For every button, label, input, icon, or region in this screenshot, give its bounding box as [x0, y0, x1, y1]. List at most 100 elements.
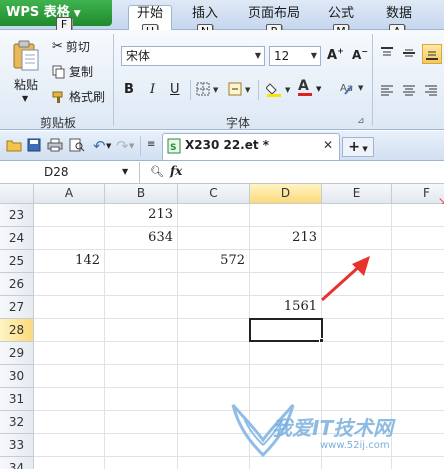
- row-header-32[interactable]: 32: [0, 411, 34, 434]
- grid-cell[interactable]: [105, 319, 178, 342]
- cell-c25[interactable]: 572: [178, 250, 250, 273]
- copy-button[interactable]: 复制: [52, 63, 93, 80]
- align-middle-button[interactable]: [402, 46, 416, 63]
- merge-cells-button[interactable]: ▼: [228, 82, 254, 99]
- borders-button[interactable]: ▼: [196, 82, 222, 99]
- grid-cell[interactable]: [392, 319, 444, 342]
- row-header-26[interactable]: 26: [0, 273, 34, 296]
- close-icon[interactable]: ✕: [323, 138, 333, 152]
- grid-cell[interactable]: [178, 204, 250, 227]
- grid-cell[interactable]: [392, 342, 444, 365]
- align-left-button[interactable]: [380, 84, 394, 101]
- align-right-button[interactable]: [424, 84, 438, 101]
- fill-handle[interactable]: [319, 338, 324, 343]
- zoom-search-icon[interactable]: 🔍︎: [150, 165, 164, 178]
- grid-cell[interactable]: [322, 204, 392, 227]
- row-header-31[interactable]: 31: [0, 388, 34, 411]
- print-button[interactable]: [47, 138, 63, 155]
- grid-cell[interactable]: [178, 342, 250, 365]
- row-header-24[interactable]: 24: [0, 227, 34, 250]
- grid-cell[interactable]: [34, 434, 105, 457]
- grid-cell[interactable]: [105, 411, 178, 434]
- cell-d27[interactable]: 1561: [250, 296, 322, 319]
- grid-cell[interactable]: [322, 227, 392, 250]
- grid-cell[interactable]: [34, 342, 105, 365]
- grid-cell[interactable]: [105, 434, 178, 457]
- column-header-c[interactable]: C: [178, 184, 250, 204]
- align-top-button[interactable]: [380, 46, 394, 63]
- align-bottom-button[interactable]: [422, 44, 442, 64]
- grid-cell[interactable]: [105, 365, 178, 388]
- grid-cell[interactable]: [322, 342, 392, 365]
- save-button[interactable]: [27, 138, 41, 155]
- row-header-29[interactable]: 29: [0, 342, 34, 365]
- grid-cell[interactable]: [34, 411, 105, 434]
- cell-b23[interactable]: 213: [105, 204, 178, 227]
- dialog-launcher-icon[interactable]: ⊿: [357, 116, 365, 126]
- grid-cell[interactable]: [392, 273, 444, 296]
- grid-cell[interactable]: [34, 273, 105, 296]
- column-header-d[interactable]: D: [250, 184, 322, 204]
- format-painter-button[interactable]: 格式刷: [52, 88, 105, 105]
- row-header-28[interactable]: 28: [0, 319, 34, 342]
- bold-button[interactable]: B: [124, 82, 134, 97]
- font-color-button[interactable]: A: [298, 78, 312, 96]
- grid-cell[interactable]: [250, 365, 322, 388]
- grid-cell[interactable]: [392, 365, 444, 388]
- row-header-23[interactable]: 23: [0, 204, 34, 227]
- align-center-button[interactable]: [402, 84, 416, 101]
- grid-cell[interactable]: [178, 273, 250, 296]
- grid-cell[interactable]: [322, 319, 392, 342]
- cell-b24[interactable]: 634: [105, 227, 178, 250]
- grid-cell[interactable]: [250, 204, 322, 227]
- grow-font-button[interactable]: A+: [327, 47, 344, 63]
- grid-cell[interactable]: [392, 204, 444, 227]
- column-header-e[interactable]: E: [322, 184, 392, 204]
- cut-button[interactable]: ✂ 剪切: [52, 38, 90, 55]
- grid-cell[interactable]: [250, 342, 322, 365]
- font-name-select[interactable]: 宋体 ▼: [121, 46, 265, 66]
- redo-button[interactable]: ↷: [116, 137, 129, 155]
- underline-button[interactable]: U: [170, 82, 180, 97]
- grid-cell[interactable]: [105, 342, 178, 365]
- grid-cell[interactable]: [322, 365, 392, 388]
- grid-cell[interactable]: [178, 365, 250, 388]
- grid-cell[interactable]: [250, 250, 322, 273]
- paste-button[interactable]: 粘贴 ▼: [6, 40, 46, 110]
- column-header-a[interactable]: A: [34, 184, 105, 204]
- grid-cell[interactable]: [392, 296, 444, 319]
- grid-cell[interactable]: [34, 204, 105, 227]
- grid-cell[interactable]: [178, 319, 250, 342]
- grid-cell[interactable]: [178, 296, 250, 319]
- fx-button[interactable]: fx: [170, 164, 182, 178]
- grid-cell[interactable]: [34, 457, 105, 469]
- fill-color-button[interactable]: ▼: [265, 80, 294, 101]
- column-header-b[interactable]: B: [105, 184, 178, 204]
- grid-cell[interactable]: [178, 227, 250, 250]
- clear-format-button[interactable]: Aa ▼: [340, 80, 366, 99]
- row-header-34[interactable]: 34: [0, 457, 34, 469]
- grid-cell[interactable]: [392, 250, 444, 273]
- italic-button[interactable]: I: [150, 82, 155, 97]
- grid-cell[interactable]: [392, 227, 444, 250]
- undo-button[interactable]: ↶: [93, 137, 106, 155]
- name-box[interactable]: D28 ▼: [0, 162, 140, 183]
- grid-cell[interactable]: [34, 388, 105, 411]
- customize-toolbar-icon[interactable]: ≡: [147, 139, 155, 150]
- open-file-button[interactable]: [6, 138, 22, 155]
- cell-d24[interactable]: 213: [250, 227, 322, 250]
- grid-cell[interactable]: [105, 388, 178, 411]
- grid-cell[interactable]: [105, 457, 178, 469]
- row-header-25[interactable]: 25: [0, 250, 34, 273]
- column-header-f[interactable]: F: [392, 184, 444, 204]
- grid-cell[interactable]: [105, 296, 178, 319]
- formula-input[interactable]: [190, 163, 444, 183]
- row-header-33[interactable]: 33: [0, 434, 34, 457]
- grid-cell[interactable]: [34, 227, 105, 250]
- print-preview-button[interactable]: [69, 138, 85, 155]
- new-tab-button[interactable]: + ▼: [342, 137, 374, 157]
- grid-cell[interactable]: [250, 273, 322, 296]
- shrink-font-button[interactable]: A−: [352, 47, 368, 62]
- cell-a25[interactable]: 142: [34, 250, 105, 273]
- grid-cell[interactable]: [34, 319, 105, 342]
